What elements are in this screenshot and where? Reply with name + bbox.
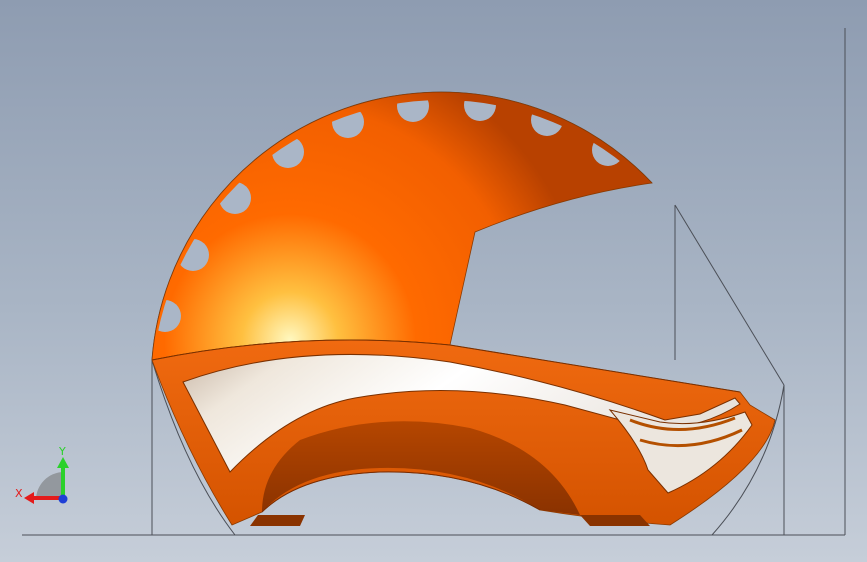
model-canvas[interactable]: X Y [0, 0, 867, 562]
chin-slope-line [674, 204, 785, 386]
front-foot-pad [580, 515, 650, 526]
triad-plane-icon [36, 472, 64, 500]
x-axis-label: X [15, 487, 23, 500]
z-axis-dot-icon [58, 494, 68, 504]
helmet-shell-upper[interactable] [151, 91, 653, 361]
cad-viewport[interactable]: X Y [0, 0, 867, 562]
helmet-model[interactable] [149, 89, 776, 526]
axis-triad[interactable]: X Y [15, 445, 69, 504]
back-foot-pad [250, 515, 305, 526]
vent-hole [152, 300, 181, 332]
y-axis-label: Y [58, 445, 66, 458]
